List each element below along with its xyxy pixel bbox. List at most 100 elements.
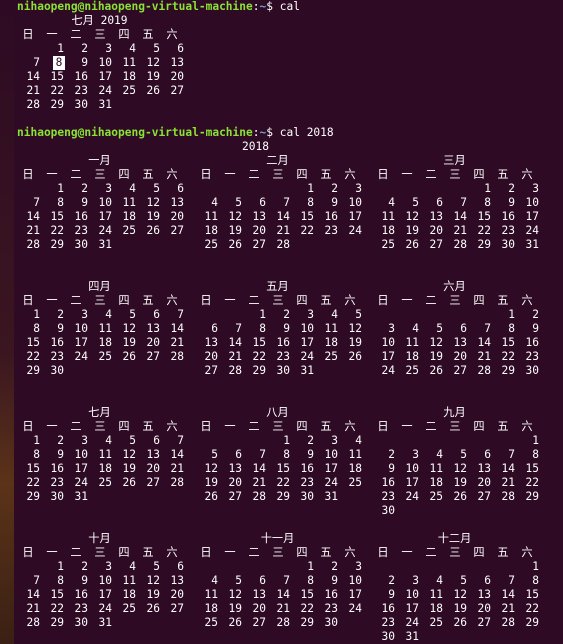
weekday-label: 五 [320,168,332,181]
weekday-label: 二 [425,168,437,181]
day-cell: 3 [105,42,112,55]
day-cell: 13 [204,336,218,349]
day-cell: 28 [26,616,40,629]
day-cell: 3 [412,574,419,587]
day-cell: 25 [98,476,112,489]
day-cell: 14 [26,588,40,601]
day-cell: 23 [324,224,338,237]
day-cell: 17 [525,210,539,223]
day-cell: 7 [508,448,515,461]
weekday-label: 一 [46,294,58,307]
day-cell: 21 [501,602,515,615]
day-cell: 14 [276,588,290,601]
day-cell: 21 [228,350,242,363]
day-cell: 16 [501,210,515,223]
day-cell: 18 [204,224,218,237]
day-cell: 8 [57,196,64,209]
day-cell: 24 [74,350,88,363]
weekday-label: 六 [166,28,178,41]
day-cell: 9 [388,462,395,475]
day-cell: 16 [525,336,539,349]
day-cell: 26 [146,224,160,237]
day-cell: 27 [252,238,266,251]
weekday-label: 五 [497,168,509,181]
weekday-label: 四 [473,168,485,181]
day-cell: 26 [228,238,242,251]
day-cell: 28 [26,98,40,111]
weekday-label: 五 [142,168,154,181]
weekday-label: 二 [425,294,437,307]
month-name: 九月 [443,406,466,419]
day-cell: 28 [276,238,290,251]
day-cell: 10 [381,336,395,349]
weekday-label: 六 [166,168,178,181]
day-cell: 19 [453,602,467,615]
day-cell: 24 [300,350,314,363]
weekday-label: 五 [320,294,332,307]
day-cell: 12 [146,574,160,587]
prompt-colon: : [252,0,260,13]
day-cell: 6 [259,196,266,209]
month-name: 四月 [88,280,111,293]
day-cell: 1 [508,308,515,321]
day-cell: 27 [204,364,218,377]
day-cell: 12 [453,588,467,601]
weekday-label: 四 [296,420,308,433]
day-cell: 13 [170,56,184,69]
day-cell: 26 [228,616,242,629]
terminal-window[interactable]: nihaopeng@nihaopeng-virtual-machine:~$ c… [0,0,563,644]
day-cell: 25 [324,350,338,363]
weekday-label: 一 [46,28,58,41]
day-cell: 2 [331,560,338,573]
day-cell: 14 [276,210,290,223]
day-cell: 1 [57,560,64,573]
day-cell: 1 [57,182,64,195]
day-cell: 10 [525,196,539,209]
terminal-content: nihaopeng@nihaopeng-virtual-machine:~$ c… [17,0,563,644]
day-cell: 12 [405,210,419,223]
day-cell: 20 [477,476,491,489]
weekday-label: 日 [200,294,212,307]
day-cell: 26 [429,364,443,377]
day-cell: 14 [252,462,266,475]
day-cell: 26 [204,490,218,503]
day-cell: 7 [33,574,40,587]
weekday-label: 三 [449,420,461,433]
day-cell: 26 [405,238,419,251]
day-cell: 17 [98,70,112,83]
day-cell: 20 [429,224,443,237]
day-cell: 12 [122,448,136,461]
day-cell: 9 [81,196,88,209]
day-cell: 30 [324,616,338,629]
day-cell: 26 [146,84,160,97]
weekday-label: 日 [22,28,34,41]
day-cell: 9 [81,56,88,69]
day-cell: 30 [276,364,290,377]
day-cell: 22 [50,84,64,97]
day-cell: 17 [74,336,88,349]
day-cell: 1 [33,434,40,447]
day-cell: 7 [177,434,184,447]
day-cell: 24 [98,224,112,237]
weekday-label: 二 [70,28,82,41]
day-cell: 30 [50,490,64,503]
day-cell: 6 [484,574,491,587]
day-cell: 20 [228,476,242,489]
day-cell: 3 [412,448,419,461]
day-cell: 12 [204,462,218,475]
weekday-label: 六 [344,420,356,433]
day-cell: 28 [501,490,515,503]
day-cell: 4 [105,434,112,447]
day-cell: 13 [453,336,467,349]
day-cell: 28 [453,238,467,251]
day-cell: 21 [501,476,515,489]
day-cell: 28 [170,350,184,363]
day-cell: 15 [50,70,64,83]
day-cell: 24 [381,364,395,377]
weekday-label: 三 [94,546,106,559]
day-cell: 9 [307,448,314,461]
day-cell: 15 [252,336,266,349]
day-cell: 16 [300,462,314,475]
weekday-label: 三 [94,28,106,41]
